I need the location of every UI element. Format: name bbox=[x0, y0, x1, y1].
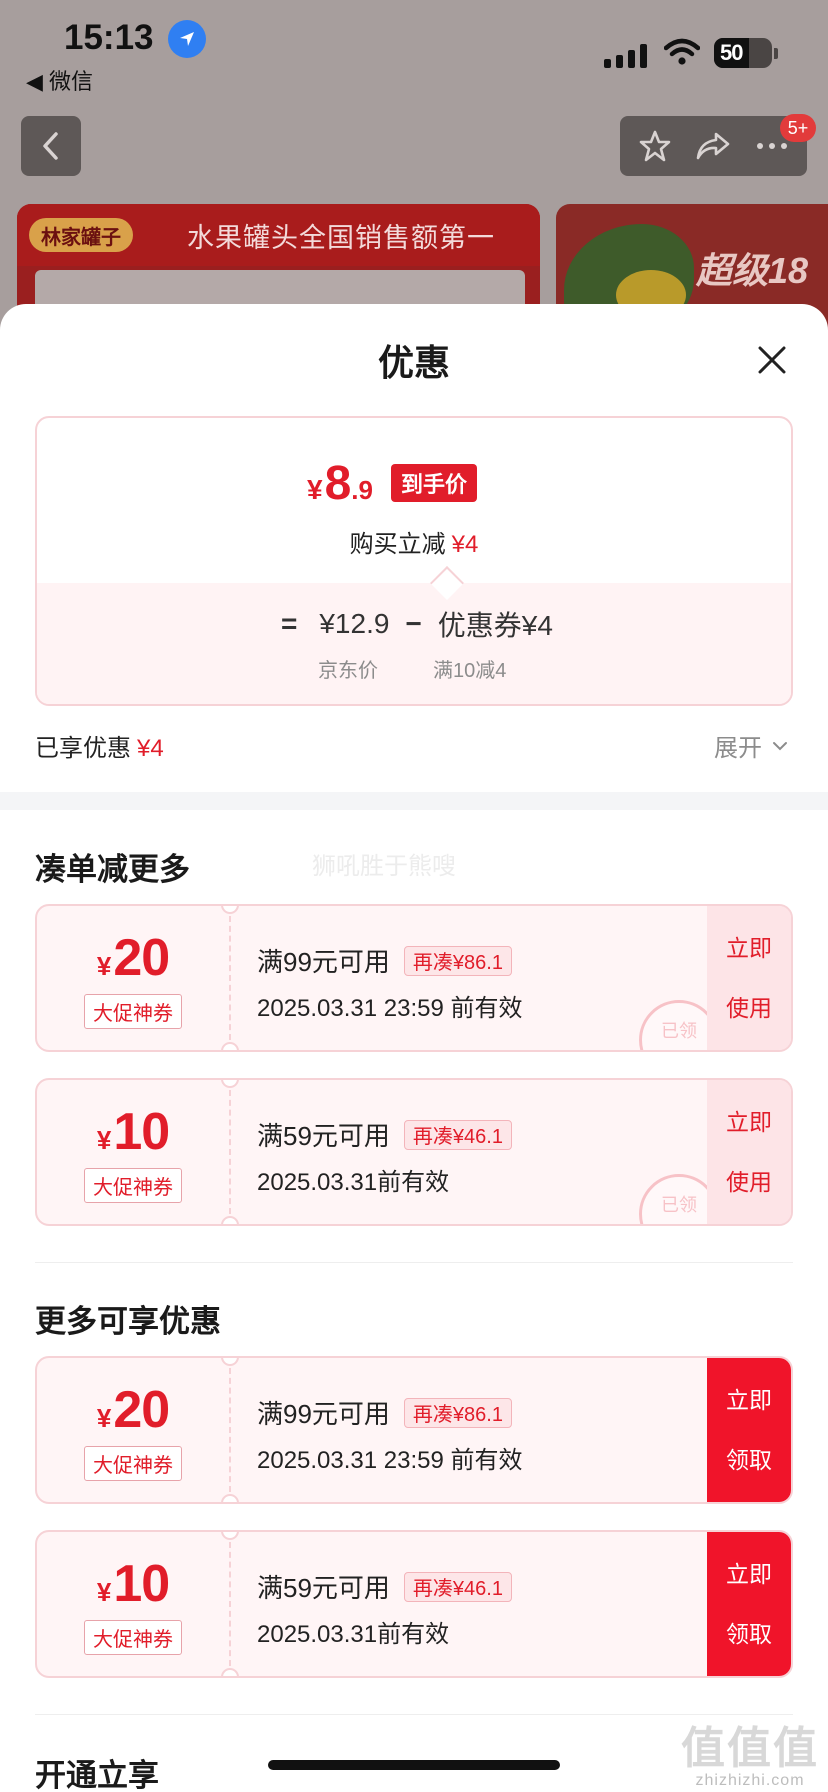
location-arrow-icon bbox=[168, 20, 206, 58]
coupon-amount: ¥10 大促神券 bbox=[37, 1080, 229, 1224]
claim-now-button[interactable]: 立即 领取 bbox=[707, 1358, 791, 1502]
coupon-amount: ¥20 大促神券 bbox=[37, 906, 229, 1050]
background-page: 15:13 ◀ 微信 50 5+ 林家罐子 水果罐头全国销售额第一 超级18 bbox=[0, 0, 828, 344]
coupon-condition: 满99元可用 bbox=[257, 947, 390, 977]
brand-logo: 林家罐子 bbox=[29, 218, 133, 252]
banner-title: 水果罐头全国销售额第一 bbox=[187, 223, 495, 253]
more-icon[interactable] bbox=[755, 141, 789, 151]
final-price: ¥ 8 .9 bbox=[307, 457, 373, 510]
use-now-button[interactable]: 立即 使用 bbox=[707, 906, 791, 1050]
back-arrow-icon bbox=[43, 132, 58, 160]
coupon-card: ¥20 大促神券 满99元可用 再凑¥86.1 2025.03.31 23:59… bbox=[35, 904, 793, 1052]
coupon-condition: 满59元可用 bbox=[257, 1121, 390, 1151]
claim-now-button[interactable]: 立即 领取 bbox=[707, 1532, 791, 1676]
section-title-more-discount: 凑单减更多 bbox=[35, 852, 190, 887]
home-indicator[interactable] bbox=[268, 1760, 560, 1770]
coupon-expiry: 2025.03.31 23:59 前有效 bbox=[257, 995, 523, 1022]
instant-discount: 购买立减 ¥4 bbox=[349, 531, 479, 558]
jd-price: ¥12.9 bbox=[319, 608, 390, 639]
enjoyed-discount: 已享优惠 ¥4 bbox=[35, 735, 164, 762]
coupon-condition: 满99元可用 bbox=[257, 1399, 390, 1429]
discount-sheet: 优惠 ¥ 8 .9 到手价 购买立减 ¥4 = ¥12.9 − 优惠券¥4 京东价… bbox=[0, 304, 828, 1792]
section-divider bbox=[0, 792, 828, 810]
message-badge: 5+ bbox=[780, 114, 816, 142]
coupon-need-tag: 再凑¥46.1 bbox=[403, 1119, 512, 1150]
coupon-card: ¥10 大促神券 满59元可用 再凑¥46.1 2025.03.31前有效 立即… bbox=[35, 1530, 793, 1678]
coupon-condition: 满59元可用 bbox=[257, 1573, 390, 1603]
signal-icon bbox=[604, 44, 647, 68]
watermark: 狮吼胜于熊嗖 bbox=[312, 853, 456, 880]
price-card: ¥ 8 .9 到手价 购买立减 ¥4 = ¥12.9 − 优惠券¥4 京东价 满1… bbox=[35, 416, 793, 706]
use-now-button[interactable]: 立即 使用 bbox=[707, 1080, 791, 1224]
jd-price-label: 京东价 bbox=[318, 660, 378, 682]
sheet-title: 优惠 bbox=[377, 342, 450, 383]
nav-actions bbox=[620, 116, 807, 176]
share-icon[interactable] bbox=[695, 131, 731, 161]
coupon-type-label: 大促神券 bbox=[84, 1167, 182, 1203]
coupon-type-label: 大促神券 bbox=[84, 1619, 182, 1655]
coupon-amount: ¥20 大促神券 bbox=[37, 1358, 229, 1502]
expand-button[interactable]: 展开 bbox=[714, 728, 788, 763]
close-icon[interactable] bbox=[752, 340, 792, 380]
coupon-card: ¥10 大促神券 满59元可用 再凑¥46.1 2025.03.31前有效 已领… bbox=[35, 1078, 793, 1226]
coupon-expiry: 2025.03.31 23:59 前有效 bbox=[257, 1447, 523, 1474]
price-formula: = ¥12.9 − 优惠券¥4 bbox=[281, 604, 553, 644]
promo-tag: 超级18 bbox=[696, 250, 809, 291]
coupon-part: 优惠券¥4 bbox=[437, 610, 553, 641]
back-button[interactable] bbox=[21, 116, 81, 176]
battery-cap bbox=[774, 48, 778, 59]
status-bar: 15:13 ◀ 微信 50 bbox=[0, 0, 828, 110]
chevron-down-icon bbox=[773, 741, 787, 750]
site-watermark: 值值值 zhizhizhi.com bbox=[681, 1724, 819, 1789]
section-title-available: 更多可享优惠 bbox=[35, 1304, 221, 1339]
status-time: 15:13 bbox=[64, 18, 154, 57]
coupon-expiry: 2025.03.31前有效 bbox=[257, 1169, 450, 1196]
final-price-tag: 到手价 bbox=[391, 464, 478, 502]
battery-indicator: 50 bbox=[714, 38, 772, 68]
coupon-need-tag: 再凑¥86.1 bbox=[403, 1397, 512, 1428]
coupon-expiry: 2025.03.31前有效 bbox=[257, 1621, 450, 1648]
coupon-card: ¥20 大促神券 满99元可用 再凑¥86.1 2025.03.31 23:59… bbox=[35, 1356, 793, 1504]
divider bbox=[35, 1262, 793, 1263]
back-to-wechat[interactable]: ◀ 微信 bbox=[26, 64, 93, 96]
wifi-icon bbox=[664, 38, 700, 65]
star-icon[interactable] bbox=[638, 129, 672, 163]
coupon-type-label: 大促神券 bbox=[84, 993, 182, 1029]
coupon-need-tag: 再凑¥46.1 bbox=[403, 1571, 512, 1602]
coupon-amount: ¥10 大促神券 bbox=[37, 1532, 229, 1676]
coupon-need-tag: 再凑¥86.1 bbox=[403, 945, 512, 976]
section-title-membership: 开通立享 bbox=[35, 1758, 159, 1792]
coupon-type-label: 大促神券 bbox=[84, 1445, 182, 1481]
coupon-rule-label: 满10减4 bbox=[433, 660, 507, 682]
